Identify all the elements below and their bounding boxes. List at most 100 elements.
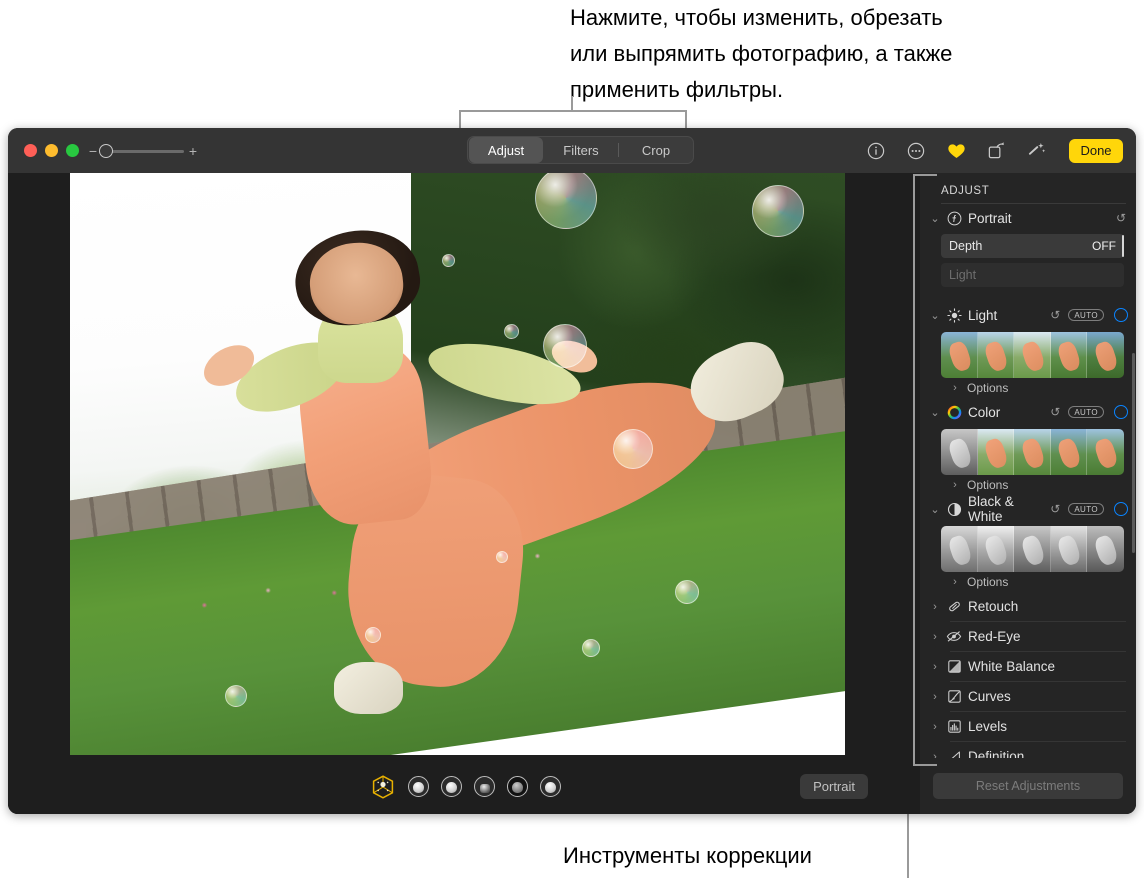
inspector-row-curves[interactable]: › Curves bbox=[920, 682, 1136, 711]
stage-light-mono-button[interactable] bbox=[507, 776, 528, 797]
done-button[interactable]: Done bbox=[1069, 139, 1123, 163]
strip-thumb[interactable] bbox=[1014, 429, 1051, 475]
chevron-down-icon[interactable]: ⌄ bbox=[930, 503, 940, 516]
section-light[interactable]: ⌄ Light ↺ bbox=[920, 301, 1136, 329]
inspector-row-white-balance[interactable]: › White Balance bbox=[920, 652, 1136, 681]
rotate-icon[interactable] bbox=[985, 140, 1007, 162]
black-and-white-preview-strip[interactable] bbox=[941, 526, 1124, 572]
chevron-right-icon[interactable]: › bbox=[930, 601, 940, 613]
window-controls[interactable] bbox=[24, 144, 79, 157]
photo-canvas: Portrait bbox=[8, 173, 920, 814]
light-preview-strip[interactable] bbox=[941, 332, 1124, 378]
chevron-right-icon[interactable]: › bbox=[950, 576, 960, 588]
chevron-right-icon[interactable]: › bbox=[930, 661, 940, 673]
minimize-window-button[interactable] bbox=[45, 144, 58, 157]
revert-icon[interactable]: ↺ bbox=[1114, 211, 1128, 225]
section-portrait[interactable]: ⌄ Portrait ↺ bbox=[920, 204, 1136, 232]
auto-badge[interactable]: AUTO bbox=[1068, 503, 1104, 515]
edit-mode-segmented-control[interactable]: Adjust Filters Crop bbox=[467, 136, 694, 164]
tab-adjust[interactable]: Adjust bbox=[469, 137, 543, 163]
inspector-row-levels[interactable]: › Levels bbox=[920, 712, 1136, 741]
white-balance-icon bbox=[946, 659, 962, 675]
contour-light-button[interactable] bbox=[441, 776, 462, 797]
photos-editor-window: − + Adjust Filters Crop bbox=[8, 128, 1136, 814]
close-window-button[interactable] bbox=[24, 144, 37, 157]
section-black-and-white[interactable]: ⌄ Black & White ↺ AUTO bbox=[920, 495, 1136, 523]
strip-thumb[interactable] bbox=[941, 332, 978, 378]
natural-light-cube-icon[interactable] bbox=[370, 774, 396, 800]
inspector-row-red-eye[interactable]: › Red-Eye bbox=[920, 622, 1136, 651]
photo-bubble bbox=[675, 580, 699, 604]
callout-panel-bracket-vertical bbox=[913, 174, 915, 766]
depth-slider-row[interactable]: Depth OFF bbox=[941, 234, 1124, 258]
color-preview-strip[interactable] bbox=[941, 429, 1124, 475]
revert-icon[interactable]: ↺ bbox=[1048, 405, 1062, 419]
section-black-and-white-toggle[interactable] bbox=[1114, 502, 1128, 516]
strip-thumb[interactable] bbox=[1014, 332, 1051, 378]
inspector-scroll-area[interactable]: ADJUST ⌄ Portrait ↺ Depth bbox=[920, 173, 1136, 758]
chevron-right-icon[interactable]: › bbox=[950, 479, 960, 491]
strip-thumb[interactable] bbox=[941, 526, 978, 572]
favorite-heart-icon[interactable] bbox=[945, 140, 967, 162]
section-portrait-label: Portrait bbox=[968, 211, 1108, 226]
depth-value: OFF bbox=[1092, 239, 1116, 253]
strip-thumb[interactable] bbox=[1087, 429, 1124, 475]
strip-thumb[interactable] bbox=[1087, 526, 1124, 572]
stage-light-button[interactable] bbox=[474, 776, 495, 797]
strip-thumb[interactable] bbox=[1087, 332, 1124, 378]
section-light-toggle[interactable] bbox=[1114, 308, 1128, 322]
more-options-icon[interactable] bbox=[905, 140, 927, 162]
strip-thumb[interactable] bbox=[941, 429, 978, 475]
auto-enhance-wand-icon[interactable] bbox=[1025, 140, 1047, 162]
info-icon[interactable] bbox=[865, 140, 887, 162]
chevron-right-icon[interactable]: › bbox=[930, 631, 940, 643]
strip-thumb[interactable] bbox=[1014, 526, 1051, 572]
tab-filters[interactable]: Filters bbox=[544, 137, 618, 163]
inspector-title: ADJUST bbox=[920, 173, 1136, 203]
strip-thumb[interactable] bbox=[978, 429, 1015, 475]
auto-badge[interactable]: AUTO bbox=[1068, 309, 1104, 321]
inspector-row-label: Definition bbox=[968, 749, 1024, 758]
color-options-label: Options bbox=[967, 478, 1008, 492]
strip-thumb[interactable] bbox=[1051, 429, 1088, 475]
revert-icon[interactable]: ↺ bbox=[1048, 308, 1062, 322]
zoom-slider-knob[interactable] bbox=[99, 144, 113, 158]
zoom-out-icon[interactable]: − bbox=[88, 144, 98, 158]
maximize-window-button[interactable] bbox=[66, 144, 79, 157]
inspector-scrollbar[interactable] bbox=[1132, 353, 1135, 553]
portrait-mode-badge[interactable]: Portrait bbox=[800, 774, 868, 799]
inspector-row-definition[interactable]: › Definition bbox=[920, 742, 1136, 758]
portrait-light-label: Light bbox=[949, 268, 976, 282]
depth-label: Depth bbox=[949, 239, 982, 253]
strip-thumb[interactable] bbox=[1051, 332, 1088, 378]
chevron-right-icon[interactable]: › bbox=[930, 691, 940, 703]
chevron-right-icon[interactable]: › bbox=[930, 721, 940, 733]
high-key-light-mono-button[interactable] bbox=[540, 776, 561, 797]
section-color-toggle[interactable] bbox=[1114, 405, 1128, 419]
color-options-row[interactable]: › Options bbox=[920, 475, 1136, 495]
black-and-white-options-row[interactable]: › Options bbox=[920, 572, 1136, 592]
chevron-down-icon[interactable]: ⌄ bbox=[930, 309, 940, 322]
zoom-in-icon[interactable]: + bbox=[188, 144, 198, 158]
portrait-light-slider-row[interactable]: Light bbox=[941, 263, 1124, 287]
chevron-right-icon[interactable]: › bbox=[950, 382, 960, 394]
revert-icon[interactable]: ↺ bbox=[1048, 502, 1062, 516]
auto-badge[interactable]: AUTO bbox=[1068, 406, 1104, 418]
tab-crop[interactable]: Crop bbox=[619, 137, 693, 163]
zoom-slider[interactable]: − + bbox=[88, 141, 198, 161]
strip-thumb[interactable] bbox=[978, 526, 1015, 572]
strip-thumb[interactable] bbox=[1051, 526, 1088, 572]
chevron-down-icon[interactable]: ⌄ bbox=[930, 406, 940, 419]
chevron-right-icon[interactable]: › bbox=[930, 751, 940, 759]
window-titlebar: − + Adjust Filters Crop bbox=[8, 128, 1136, 173]
light-options-row[interactable]: › Options bbox=[920, 378, 1136, 398]
callout-bottom-text: Инструменты коррекции bbox=[563, 838, 963, 874]
chevron-down-icon[interactable]: ⌄ bbox=[930, 212, 940, 225]
section-color[interactable]: ⌄ Colo bbox=[920, 398, 1136, 426]
strip-thumb[interactable] bbox=[978, 332, 1015, 378]
photo-image[interactable] bbox=[70, 173, 845, 755]
zoom-slider-track[interactable] bbox=[102, 150, 184, 153]
studio-light-button[interactable] bbox=[408, 776, 429, 797]
reset-adjustments-button[interactable]: Reset Adjustments bbox=[933, 773, 1123, 799]
inspector-row-retouch[interactable]: › Retouch bbox=[920, 592, 1136, 621]
